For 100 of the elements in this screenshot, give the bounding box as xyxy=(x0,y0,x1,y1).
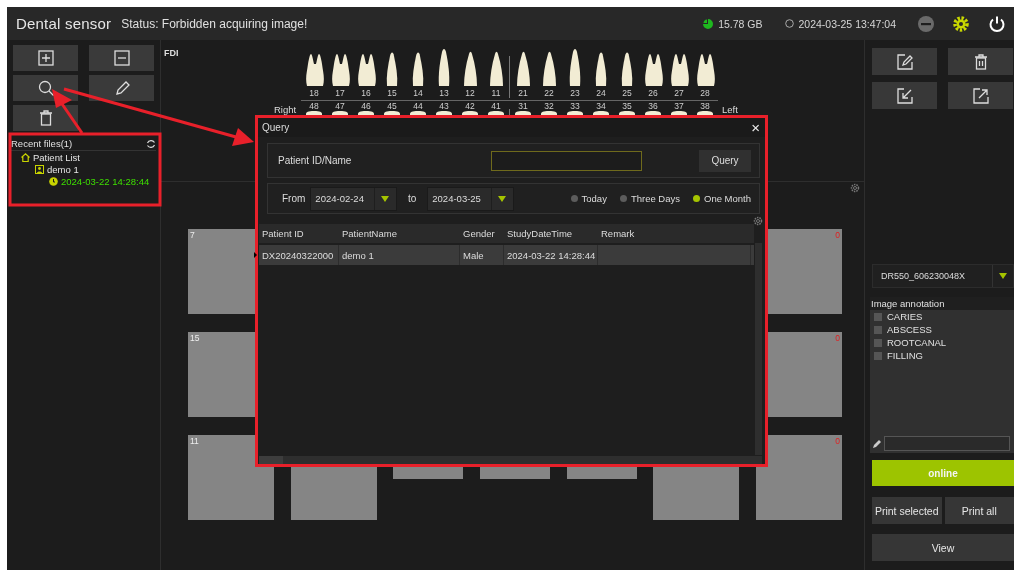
tooth-number: 27 xyxy=(674,88,684,98)
image-count: 0 xyxy=(835,333,840,343)
toolbar-button[interactable] xyxy=(948,48,1013,75)
range-radio[interactable]: One Month xyxy=(693,193,751,204)
pencil-icon xyxy=(872,438,882,449)
datetime-text: 2024-03-25 13:47:04 xyxy=(798,17,896,30)
toolbar-button[interactable] xyxy=(948,82,1013,109)
view-button[interactable]: View xyxy=(872,534,1014,561)
close-button[interactable]: × xyxy=(751,120,760,135)
slot-number: 11 xyxy=(190,436,199,446)
annotation-input[interactable] xyxy=(884,436,1010,451)
print-button[interactable]: Print selected xyxy=(872,497,942,524)
toolbar-button[interactable] xyxy=(89,75,154,101)
checkbox-label: ROOTCANAL xyxy=(887,337,947,348)
status-text: Status: Forbidden acquiring image! xyxy=(121,16,309,31)
edit-icon xyxy=(895,52,914,71)
tooth-number: 21 xyxy=(518,88,528,98)
checkbox-label: FILLING xyxy=(887,350,923,361)
disk-usage-icon xyxy=(703,18,714,29)
settings-icon[interactable] xyxy=(850,183,860,193)
tree-item[interactable]: Patient List xyxy=(33,151,80,163)
field-label: From xyxy=(282,193,306,204)
tooth-number: 22 xyxy=(544,88,554,98)
tooth-number: 11 xyxy=(491,88,501,98)
tooth-number: 31 xyxy=(518,101,528,111)
tooth-number: 33 xyxy=(570,101,580,111)
add-icon xyxy=(36,49,55,67)
tooth-number: 13 xyxy=(439,88,449,98)
toolbar-button[interactable] xyxy=(13,105,78,131)
panel-title: Image annotation xyxy=(871,298,945,309)
clock-icon xyxy=(49,176,58,186)
table-cell: DX20240322000 xyxy=(259,245,339,265)
checkbox-label: CARIES xyxy=(887,311,923,322)
tree-item[interactable]: demo 1 xyxy=(47,163,79,175)
home-icon xyxy=(21,152,30,162)
scrollbar[interactable] xyxy=(755,243,762,455)
panel-title: Recent files(1) xyxy=(11,138,73,149)
settings-icon[interactable] xyxy=(753,216,763,226)
tooth-number: 18 xyxy=(309,88,319,98)
search-icon xyxy=(36,79,55,97)
table-cell: Male xyxy=(460,245,504,265)
image-count: 0 xyxy=(835,436,840,446)
toolbar-button[interactable] xyxy=(872,82,937,109)
tooth-number: 35 xyxy=(622,101,632,111)
tooth-number: 45 xyxy=(387,101,397,111)
tooth-number: 47 xyxy=(335,101,345,111)
power-icon[interactable] xyxy=(988,14,1006,33)
date-picker[interactable]: 2024-03-25 xyxy=(427,186,514,211)
image-count: 0 xyxy=(835,230,840,240)
tree-item[interactable]: 2024-03-22 14:28:44 xyxy=(61,175,150,187)
table-cell: 2024-03-22 14:28:44 xyxy=(504,245,598,265)
column-header[interactable]: Remark xyxy=(598,224,751,243)
slot-number: 7 xyxy=(190,230,195,240)
tooth-number: 14 xyxy=(413,88,423,98)
device-dropdown[interactable]: DR550_606230048X xyxy=(872,264,1014,288)
query-button[interactable]: Query xyxy=(699,149,751,172)
checkbox[interactable] xyxy=(874,351,882,360)
toolbar-button[interactable] xyxy=(872,48,937,75)
range-radio[interactable]: Three Days xyxy=(619,193,680,204)
print-button[interactable]: Print all xyxy=(944,497,1014,524)
tooth-number: 32 xyxy=(544,101,554,111)
toolbar-button[interactable] xyxy=(89,45,154,71)
tooth-number: 16 xyxy=(361,88,371,98)
tooth-number: 44 xyxy=(413,101,423,111)
column-header[interactable]: Gender xyxy=(460,224,504,243)
checkbox[interactable] xyxy=(874,325,882,334)
scrollbar[interactable] xyxy=(259,456,762,464)
tooth-number: 42 xyxy=(465,101,475,111)
tooth-number: 34 xyxy=(596,101,606,111)
slot-number: 15 xyxy=(190,333,200,343)
disk-free-text: 15.78 GB xyxy=(718,17,763,30)
tooth-number: 46 xyxy=(361,101,371,111)
range-radio[interactable]: Today xyxy=(570,193,607,204)
tooth-number: 17 xyxy=(335,88,345,98)
dialog-title: Query xyxy=(262,122,290,133)
refresh-icon[interactable] xyxy=(146,138,156,149)
tooth-number: 36 xyxy=(648,101,658,111)
toolbar-button[interactable] xyxy=(13,75,78,101)
tooth-number: 38 xyxy=(700,101,710,111)
checkbox[interactable] xyxy=(874,312,882,321)
side-label: Right xyxy=(274,104,298,115)
checkbox-label: ABSCESS xyxy=(887,324,932,335)
toolbar-button[interactable] xyxy=(13,45,78,71)
notation-label: FDI xyxy=(164,48,180,58)
table-cell: demo 1 xyxy=(339,245,460,265)
search-field[interactable] xyxy=(491,150,642,171)
remove-icon xyxy=(112,49,131,67)
tooth-number: 25 xyxy=(622,88,632,98)
minimize-icon[interactable] xyxy=(918,15,934,32)
side-label: Left xyxy=(722,104,739,115)
column-header[interactable]: StudyDateTime xyxy=(504,224,598,243)
field-label: Patient ID/Name xyxy=(278,155,352,166)
dropdown-arrow-icon xyxy=(999,273,1007,279)
tooth-number: 24 xyxy=(596,88,606,98)
date-picker[interactable]: 2024-02-24 xyxy=(310,186,397,211)
app-title: Dental sensor xyxy=(16,15,112,32)
checkbox[interactable] xyxy=(874,338,882,347)
column-header[interactable]: PatientName xyxy=(339,224,460,243)
patient-card-icon xyxy=(35,164,44,174)
import-icon xyxy=(895,86,914,105)
